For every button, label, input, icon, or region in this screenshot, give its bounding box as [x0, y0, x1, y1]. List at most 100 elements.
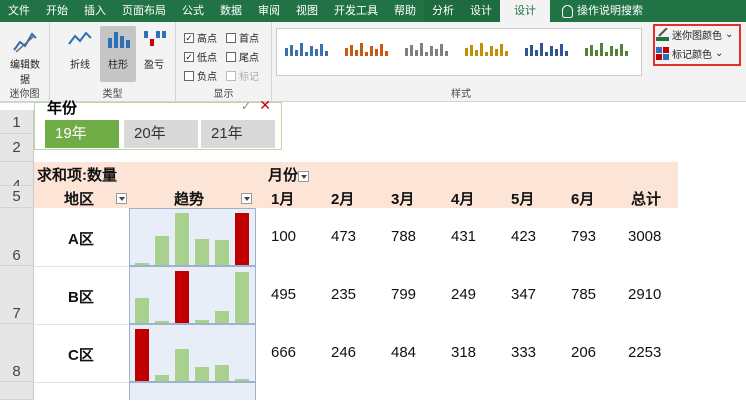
tab-insert[interactable]: 插入 — [76, 0, 114, 22]
value-cell[interactable]: 235 — [331, 286, 356, 303]
ribbon-tab-bar: 文件 开始 插入 页面布局 公式 数据 审阅 视图 开发工具 帮助 分析 设计 … — [0, 0, 746, 22]
value-cell[interactable]: 318 — [451, 344, 476, 361]
total-cell[interactable]: 3008 — [628, 228, 661, 245]
slicer-button-21[interactable]: 21年 — [201, 120, 275, 148]
tab-analyze[interactable]: 分析 — [424, 0, 462, 22]
row-header-9 — [0, 382, 34, 400]
sparkline-bar — [195, 367, 209, 381]
style-swatch-navy[interactable] — [523, 39, 573, 65]
style-swatch-blue[interactable] — [283, 39, 333, 65]
value-cell[interactable]: 246 — [331, 344, 356, 361]
tab-home[interactable]: 开始 — [38, 0, 76, 22]
style-swatch-gray[interactable] — [403, 39, 453, 65]
negative-point-checkbox[interactable]: 负点 — [184, 68, 217, 83]
edit-data-button[interactable]: 编辑数据 — [7, 26, 43, 86]
tab-formulas[interactable]: 公式 — [174, 0, 212, 22]
filter-dropdown-icon[interactable] — [298, 170, 310, 182]
style-swatch-green[interactable] — [583, 39, 633, 65]
value-cell[interactable]: 431 — [451, 228, 476, 245]
winloss-type-button[interactable]: 盈亏 — [136, 26, 172, 82]
slicer-button-19[interactable]: 19年 — [45, 120, 119, 148]
total-cell[interactable]: 2910 — [628, 286, 661, 303]
tab-help[interactable]: 帮助 — [386, 0, 424, 22]
style-swatch-orange[interactable] — [343, 39, 393, 65]
tab-data[interactable]: 数据 — [212, 0, 250, 22]
pivot-title: 求和项:数量 — [37, 167, 117, 184]
tab-developer[interactable]: 开发工具 — [326, 0, 386, 22]
region-cell[interactable]: B区 — [68, 286, 94, 307]
high-point-checkbox[interactable]: ✓ 高点 — [184, 30, 217, 45]
slicer-title: 年份 — [47, 100, 78, 117]
tab-review[interactable]: 审阅 — [250, 0, 288, 22]
month-header-1: 1月 — [271, 191, 295, 208]
winloss-chart-icon — [141, 28, 167, 54]
row-header-7[interactable]: 7 — [0, 266, 34, 324]
tab-page-layout[interactable]: 页面布局 — [114, 0, 174, 22]
sparkline-bar — [155, 236, 169, 265]
multi-select-icon[interactable]: ✓ — [241, 99, 251, 113]
sparkline-c[interactable] — [129, 324, 256, 382]
group-label-show: 显示 — [213, 89, 234, 100]
sparkline-bar — [155, 375, 169, 381]
value-cell[interactable]: 785 — [571, 286, 596, 303]
value-cell[interactable]: 793 — [571, 228, 596, 245]
group-sparkline: 编辑数据 迷你图 — [0, 22, 50, 102]
sparkline-b[interactable] — [129, 266, 256, 324]
clear-filter-icon[interactable]: ✕ — [259, 97, 271, 114]
region-filter-dropdown-icon[interactable] — [116, 193, 127, 204]
line-type-button[interactable]: 折线 — [62, 26, 98, 82]
markers-checkbox: 标记 — [226, 68, 259, 83]
value-cell[interactable]: 473 — [331, 228, 356, 245]
region-header: 地区 — [64, 191, 95, 208]
tab-design-sparkline[interactable]: 设计 — [500, 0, 550, 22]
sparkline-bar — [135, 329, 149, 381]
tab-file[interactable]: 文件 — [0, 0, 38, 22]
region-cell[interactable]: C区 — [68, 344, 94, 365]
column-type-button[interactable]: 柱形 — [100, 26, 136, 82]
line-chart-icon — [67, 28, 93, 54]
row-header-1[interactable]: 1 — [0, 110, 34, 134]
value-cell[interactable]: 788 — [391, 228, 416, 245]
tab-design-pivot[interactable]: 设计 — [462, 0, 500, 22]
gridline — [34, 324, 134, 325]
row-header-5[interactable]: 5 — [0, 186, 34, 208]
row-header-2[interactable]: 2 — [0, 134, 34, 162]
first-point-checkbox[interactable]: 首点 — [226, 30, 259, 45]
value-cell[interactable]: 484 — [391, 344, 416, 361]
sparkline-bar — [235, 379, 249, 381]
sparkline-bar — [175, 349, 189, 381]
row-header-4[interactable]: 4 — [0, 162, 34, 194]
total-header: 总计 — [631, 191, 662, 208]
help-search-label: 操作说明搜索 — [577, 5, 643, 17]
sparkline-a[interactable] — [129, 208, 256, 266]
tab-view[interactable]: 视图 — [288, 0, 326, 22]
help-search[interactable]: 操作说明搜索 — [554, 0, 651, 22]
value-cell[interactable]: 100 — [271, 228, 296, 245]
value-cell[interactable]: 333 — [511, 344, 536, 361]
sparkline-bar — [195, 239, 209, 265]
value-cell[interactable]: 206 — [571, 344, 596, 361]
row-header-8[interactable]: 8 — [0, 324, 34, 382]
col-field-label[interactable]: 月份 — [268, 164, 310, 185]
region-cell[interactable]: A区 — [68, 228, 94, 249]
value-cell[interactable]: 347 — [511, 286, 536, 303]
low-point-checkbox[interactable]: ✓ 低点 — [184, 49, 217, 64]
gridline — [34, 266, 134, 267]
slicer-button-20[interactable]: 20年 — [124, 120, 198, 148]
lightbulb-icon — [562, 4, 573, 18]
style-swatch-gold[interactable] — [463, 39, 513, 65]
month-header-4: 4月 — [451, 191, 475, 208]
value-cell[interactable]: 799 — [391, 286, 416, 303]
value-cell[interactable]: 495 — [271, 286, 296, 303]
last-point-checkbox[interactable]: 尾点 — [226, 49, 259, 64]
year-slicer[interactable]: 年份 ✓ ✕ 19年 20年 21年 — [34, 97, 282, 150]
value-cell[interactable]: 666 — [271, 344, 296, 361]
value-cell[interactable]: 249 — [451, 286, 476, 303]
row-header-6[interactable]: 6 — [0, 208, 34, 266]
sparkline-bar — [215, 311, 229, 323]
sparkline-d[interactable] — [129, 382, 256, 400]
trend-filter-dropdown-icon[interactable] — [241, 193, 252, 204]
ribbon: 编辑数据 迷你图 折线 柱形 盈亏 类型 ✓ 高点 ✓ 低点 负点 首点 尾点 … — [0, 22, 746, 102]
total-cell[interactable]: 2253 — [628, 344, 661, 361]
value-cell[interactable]: 423 — [511, 228, 536, 245]
